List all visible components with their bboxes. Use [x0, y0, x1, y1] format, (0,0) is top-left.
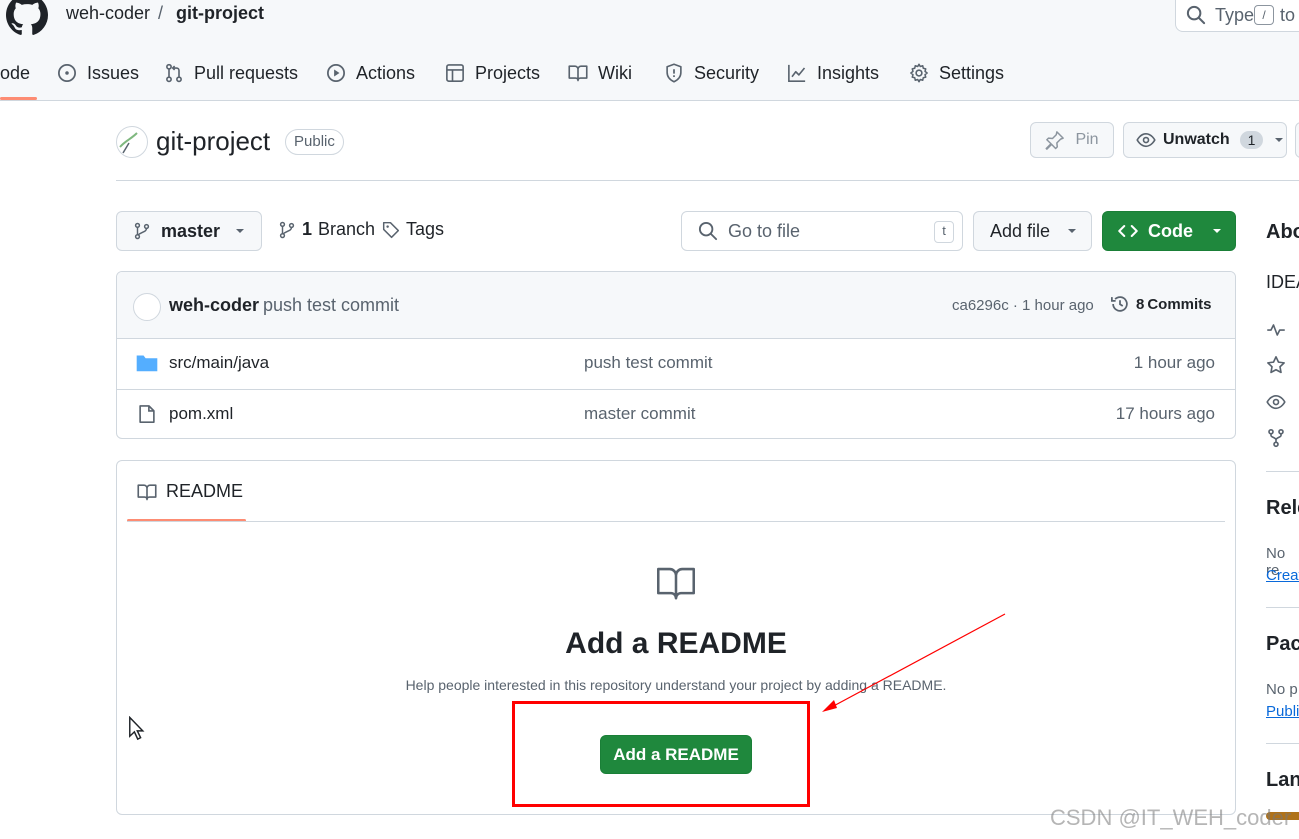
sidebar-divider [1266, 471, 1299, 472]
activity-icon [1266, 320, 1286, 340]
eye-icon [1266, 392, 1286, 412]
languages-heading: Lan [1266, 769, 1299, 791]
mouse-cursor-icon [128, 716, 146, 742]
packages-empty-text: No p [1266, 681, 1298, 698]
create-release-link[interactable]: Creat [1266, 567, 1299, 584]
sidebar-divider [1266, 607, 1299, 608]
releases-heading[interactable]: Rele [1266, 497, 1299, 520]
fork-icon [1266, 428, 1286, 448]
publish-package-link[interactable]: Publi [1266, 703, 1299, 720]
annotation-arrow [822, 613, 1006, 712]
packages-heading[interactable]: Pack [1266, 633, 1299, 656]
about-description: IDEA [1266, 272, 1299, 292]
star-icon [1266, 355, 1286, 375]
csdn-watermark: CSDN @IT_WEH_coder [1050, 805, 1292, 830]
sidebar-divider [1266, 743, 1299, 744]
about-heading: Abo [1266, 221, 1299, 243]
